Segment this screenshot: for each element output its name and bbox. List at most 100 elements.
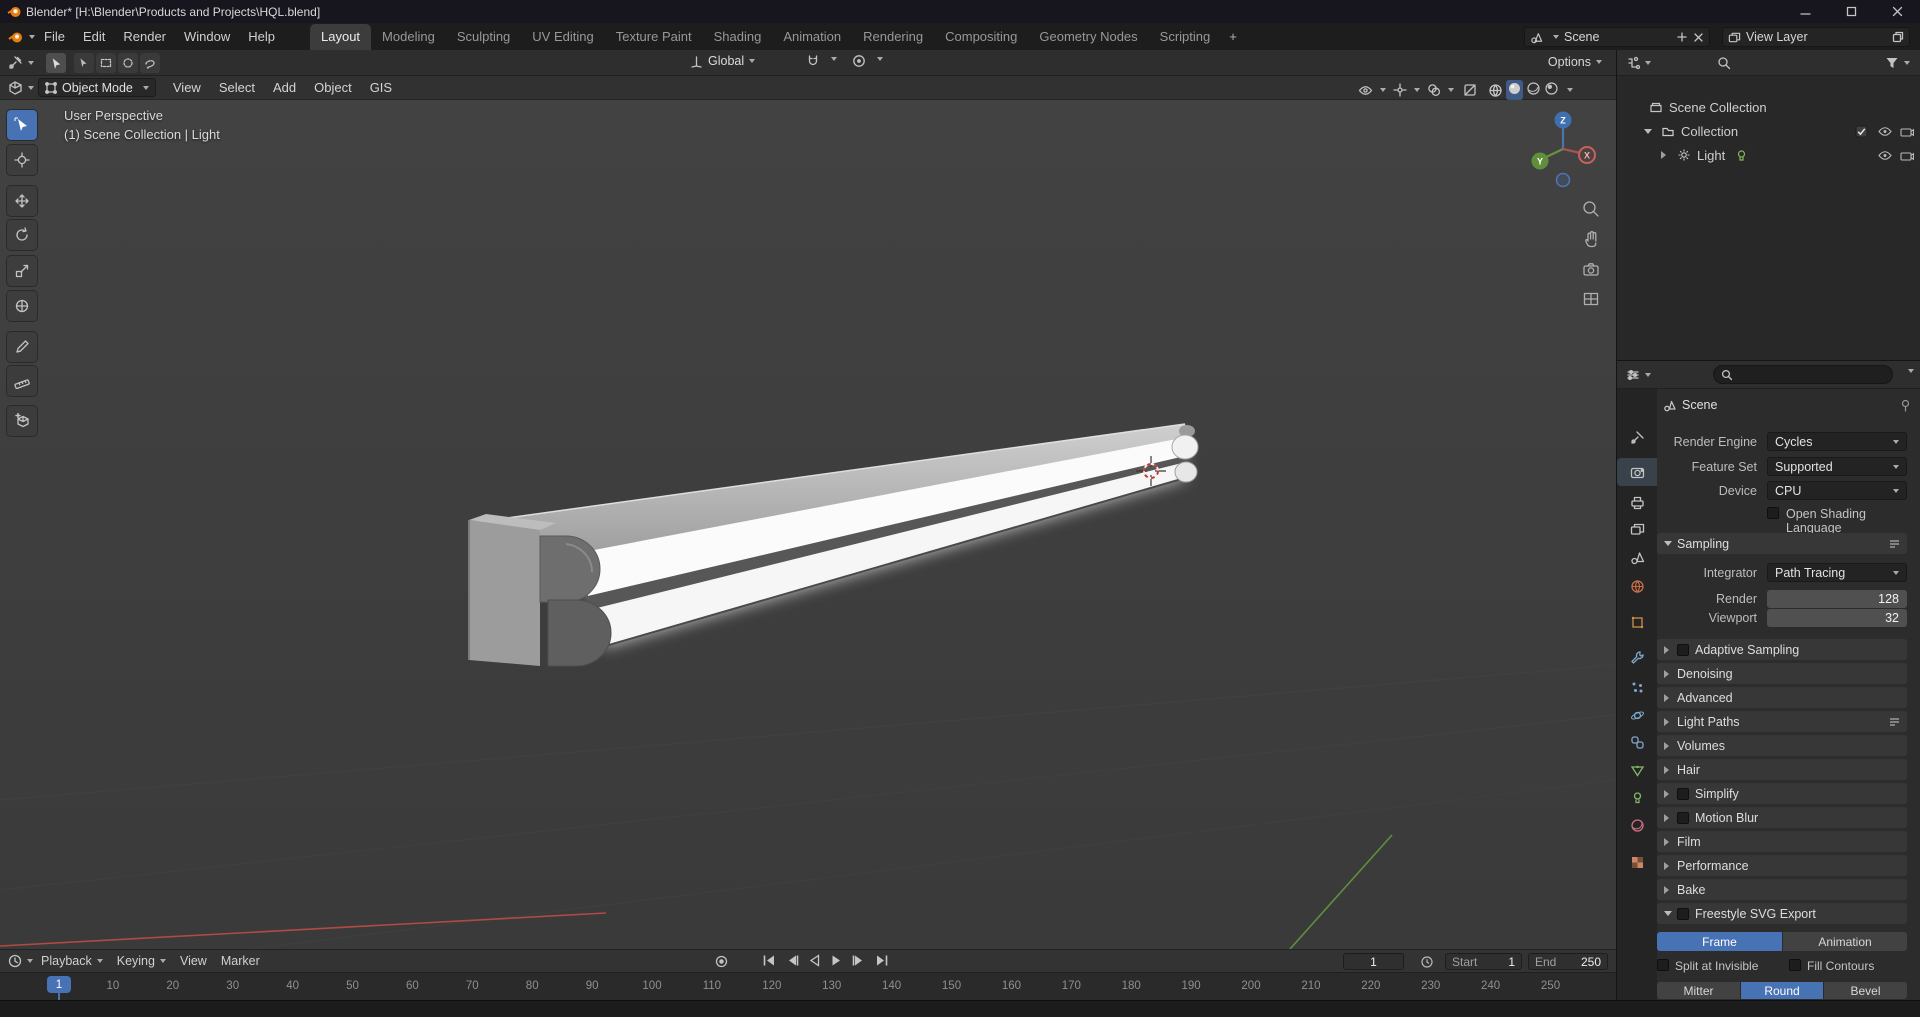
tab-texture-paint[interactable]: Texture Paint: [605, 24, 703, 50]
playback-menu[interactable]: Playback: [41, 954, 103, 968]
play-button[interactable]: [830, 954, 843, 967]
options-dropdown[interactable]: Options: [1548, 55, 1602, 69]
tab-rendering[interactable]: Rendering: [852, 24, 934, 50]
annotate-tool[interactable]: [7, 332, 37, 362]
tab-modeling[interactable]: Modeling: [371, 24, 446, 50]
menu-object[interactable]: Object: [305, 80, 361, 95]
properties-search-input[interactable]: [1713, 365, 1893, 384]
close-button[interactable]: [1874, 0, 1920, 23]
add-primitive-tool[interactable]: [7, 406, 37, 436]
select-box-mode-button[interactable]: [96, 53, 116, 73]
pan-button[interactable]: [1578, 226, 1604, 252]
current-frame-marker[interactable]: 1: [47, 976, 71, 993]
integrator-dropdown[interactable]: Path Tracing: [1767, 563, 1907, 582]
snap-toggle-button[interactable]: [806, 54, 820, 68]
gizmo-negative-z-axis[interactable]: [1555, 172, 1571, 188]
menu-render[interactable]: Render: [114, 29, 175, 44]
freestyle-checkbox[interactable]: [1677, 907, 1689, 920]
section-denoising[interactable]: Denoising: [1657, 663, 1907, 684]
freestyle-animation-button[interactable]: Animation: [1782, 932, 1907, 951]
select-circle-mode-button[interactable]: [118, 53, 138, 73]
editor-type-tool-button[interactable]: [8, 55, 34, 70]
editor-type-viewport-button[interactable]: [0, 80, 34, 95]
current-frame-field[interactable]: 1: [1343, 953, 1404, 970]
hide-eye-icon[interactable]: [1878, 149, 1892, 162]
menu-file[interactable]: File: [35, 29, 74, 44]
ortho-toggle-button[interactable]: [1578, 286, 1604, 312]
menu-gis[interactable]: GIS: [361, 80, 401, 95]
fill-contours-checkbox[interactable]: [1789, 959, 1801, 971]
object-mode-dropdown[interactable]: Object Mode: [38, 78, 156, 97]
end-frame-field[interactable]: End 250: [1528, 953, 1608, 970]
tab-material[interactable]: [1617, 811, 1657, 839]
add-workspace-button[interactable]: +: [1221, 24, 1245, 50]
render-samples-field[interactable]: 128: [1767, 590, 1907, 608]
new-scene-icon[interactable]: [1676, 31, 1688, 43]
hide-eye-icon[interactable]: [1878, 125, 1892, 138]
gizmos-dropdown[interactable]: [1393, 83, 1420, 97]
tab-view-layer[interactable]: [1617, 515, 1657, 543]
editor-type-outliner-button[interactable]: [1617, 56, 1651, 70]
viewport-samples-field[interactable]: 32: [1767, 609, 1907, 627]
menu-edit[interactable]: Edit: [74, 29, 114, 44]
scene-selector[interactable]: Scene: [1524, 27, 1710, 47]
outliner-row-light[interactable]: Light: [1617, 143, 1920, 167]
tab-animation[interactable]: Animation: [772, 24, 852, 50]
section-performance[interactable]: Performance: [1657, 855, 1907, 876]
menu-select[interactable]: Select: [210, 80, 264, 95]
use-preview-range-icon[interactable]: [1420, 955, 1434, 969]
section-bake[interactable]: Bake: [1657, 879, 1907, 900]
outliner-row-collection[interactable]: Collection: [1617, 119, 1920, 143]
section-volumes[interactable]: Volumes: [1657, 735, 1907, 756]
tab-layout[interactable]: Layout: [310, 24, 372, 50]
outliner-search-button[interactable]: [1717, 56, 1731, 70]
motion-blur-checkbox[interactable]: [1677, 811, 1689, 824]
properties-filter-button[interactable]: [1903, 369, 1914, 373]
select-box-tool[interactable]: [7, 110, 37, 140]
tab-world[interactable]: [1617, 572, 1657, 600]
menu-add[interactable]: Add: [264, 80, 305, 95]
measure-tool[interactable]: [7, 366, 37, 396]
shading-rendered-button[interactable]: [1544, 81, 1559, 99]
jump-next-keyframe-button[interactable]: [852, 954, 866, 967]
overlays-dropdown[interactable]: [1427, 83, 1454, 97]
section-hair[interactable]: Hair: [1657, 759, 1907, 780]
tab-texture[interactable]: [1617, 848, 1657, 876]
navigation-gizmo[interactable]: Z Y X: [1523, 106, 1607, 194]
start-frame-field[interactable]: Start 1: [1445, 953, 1522, 970]
active-tool-button[interactable]: [46, 53, 66, 73]
shading-solid-button[interactable]: [1506, 80, 1523, 100]
shading-wireframe-button[interactable]: [1488, 83, 1503, 98]
move-tool[interactable]: [7, 186, 37, 216]
jump-to-start-button[interactable]: [762, 954, 776, 967]
zoom-button[interactable]: [1578, 196, 1604, 222]
freestyle-frame-button[interactable]: Frame: [1657, 932, 1782, 951]
tab-compositing[interactable]: Compositing: [934, 24, 1028, 50]
timeline-ruler[interactable]: 10 20 30 40 50 60 70 80 90 100 110 120 130 140 150 160 1…: [0, 972, 1616, 1001]
menu-view[interactable]: View: [164, 80, 210, 95]
viewport-3d[interactable]: User Perspective (1) Scene Collection | …: [0, 100, 1616, 949]
tab-scripting[interactable]: Scripting: [1149, 24, 1222, 50]
tab-tool[interactable]: [1617, 423, 1657, 451]
blender-menu-button[interactable]: [0, 29, 35, 45]
jump-to-end-button[interactable]: [875, 954, 889, 967]
minimize-button[interactable]: [1782, 0, 1828, 23]
presets-menu-icon[interactable]: [1888, 538, 1901, 550]
section-freestyle-svg-export[interactable]: Freestyle SVG Export: [1657, 903, 1907, 924]
osl-checkbox[interactable]: [1767, 507, 1779, 519]
simplify-checkbox[interactable]: [1677, 787, 1689, 800]
disclosure-expanded-icon[interactable]: [1644, 129, 1652, 134]
tab-particles[interactable]: [1617, 673, 1657, 701]
timeline-marker-menu[interactable]: Marker: [221, 954, 260, 968]
tab-modifiers[interactable]: [1617, 643, 1657, 671]
round-button[interactable]: Round: [1740, 982, 1824, 999]
menu-help[interactable]: Help: [239, 29, 284, 44]
shading-material-button[interactable]: [1526, 81, 1541, 99]
snap-settings-dropdown[interactable]: [826, 57, 837, 61]
play-reverse-button[interactable]: [808, 954, 821, 967]
section-advanced[interactable]: Advanced: [1657, 687, 1907, 708]
tab-shading[interactable]: Shading: [703, 24, 773, 50]
bevel-button[interactable]: Bevel: [1824, 982, 1907, 999]
tab-render[interactable]: [1617, 458, 1657, 486]
cursor-tool[interactable]: [7, 145, 37, 175]
